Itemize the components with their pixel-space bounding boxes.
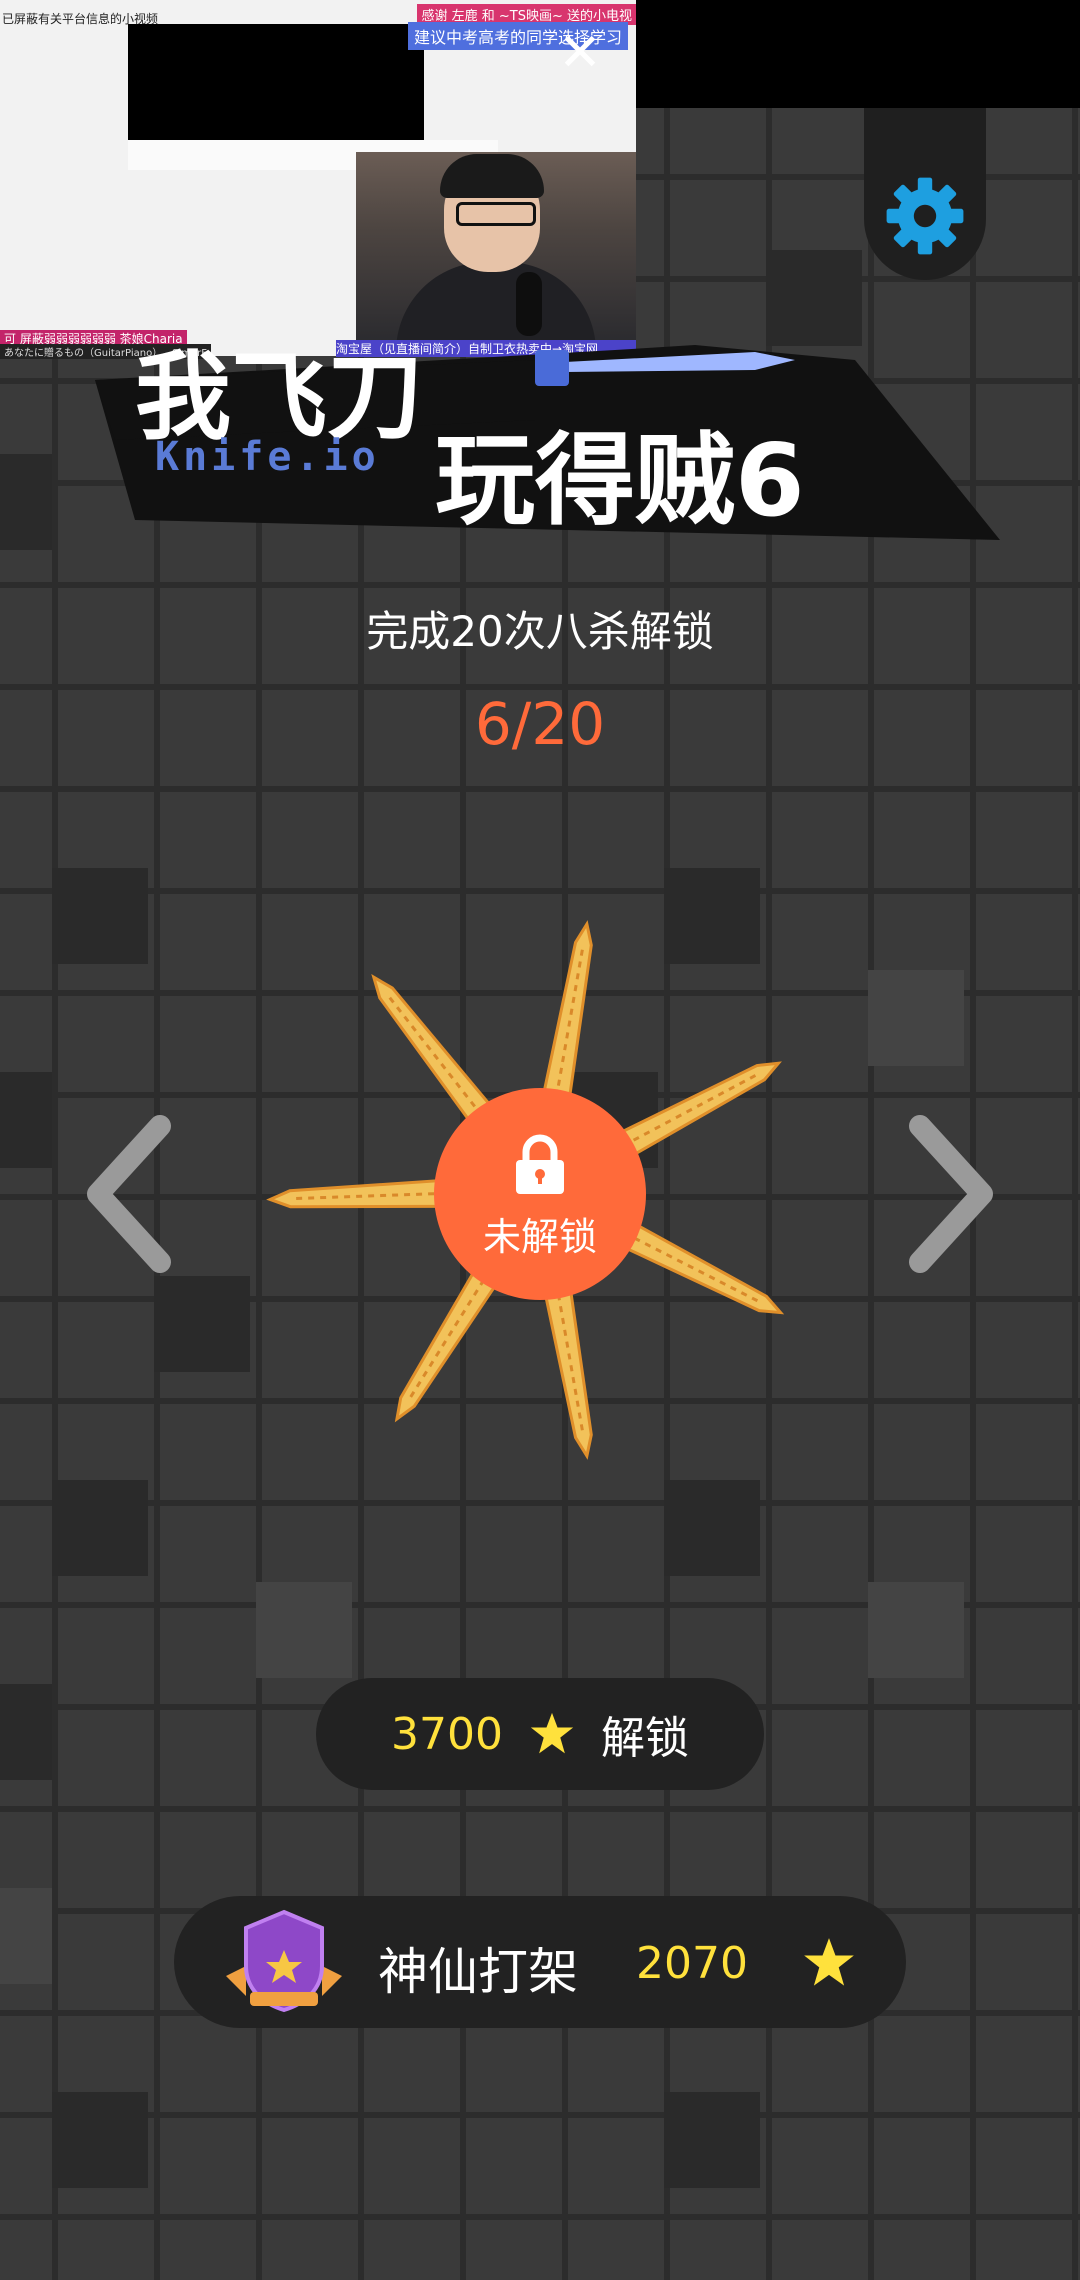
unlock-with-stars-button[interactable]: 3700 解锁 bbox=[316, 1678, 764, 1790]
top-black-area bbox=[636, 0, 1080, 108]
star-icon bbox=[530, 1712, 574, 1754]
stream-overlay: 已屏蔽有关平台信息的小视频 感谢 左鹿 和 ~TS映画~ 送的小电视 建议中考高… bbox=[0, 0, 636, 359]
chevron-left-icon[interactable] bbox=[80, 1114, 180, 1274]
bg-tile bbox=[0, 454, 52, 550]
logo-blade-hilt bbox=[535, 350, 569, 386]
close-icon[interactable]: ✕ bbox=[555, 27, 605, 79]
game-logo: 我飞刀 Knife.io 玩得贼6 bbox=[95, 341, 1000, 540]
bg-tile bbox=[0, 1684, 52, 1780]
bg-tile bbox=[0, 1072, 52, 1168]
bg-tile bbox=[0, 1888, 52, 1984]
unlock-progress: 6/20 bbox=[474, 690, 606, 758]
bg-tile bbox=[52, 2092, 148, 2188]
bg-tile bbox=[52, 868, 148, 964]
logo-subtitle: Knife.io bbox=[155, 434, 380, 480]
stream-top-text: 已屏蔽有关平台信息的小视频 bbox=[2, 12, 159, 26]
rank-title: 神仙打架 bbox=[378, 1943, 578, 2001]
streamer-hair bbox=[440, 154, 544, 198]
streamer-glasses bbox=[456, 202, 536, 226]
gear-icon[interactable] bbox=[885, 176, 965, 256]
locked-label: 未解锁 bbox=[482, 1215, 597, 1259]
chevron-right-icon[interactable] bbox=[900, 1114, 1000, 1274]
unlock-label: 解锁 bbox=[600, 1713, 689, 1764]
lock-icon bbox=[516, 1134, 564, 1194]
rank-score: 2070 bbox=[636, 1938, 748, 1989]
bg-tile bbox=[766, 250, 862, 346]
streamer-body bbox=[396, 262, 596, 342]
bg-tile bbox=[664, 2092, 760, 2188]
unlock-cost: 3700 bbox=[391, 1708, 503, 1760]
bg-tile bbox=[52, 1480, 148, 1576]
logo-title-bottom: 玩得贼6 bbox=[435, 422, 805, 539]
stream-video-box bbox=[128, 24, 424, 140]
star-icon bbox=[804, 1938, 854, 1986]
webcam-feed bbox=[356, 152, 636, 342]
rank-shield-icon bbox=[226, 1909, 342, 2013]
unlock-hint: 完成20次八杀解锁 bbox=[366, 607, 714, 656]
rank-panel[interactable]: 神仙打架 2070 bbox=[174, 1896, 906, 2028]
skin-locked-button[interactable]: 未解锁 bbox=[434, 1088, 646, 1300]
microphone bbox=[516, 272, 542, 336]
